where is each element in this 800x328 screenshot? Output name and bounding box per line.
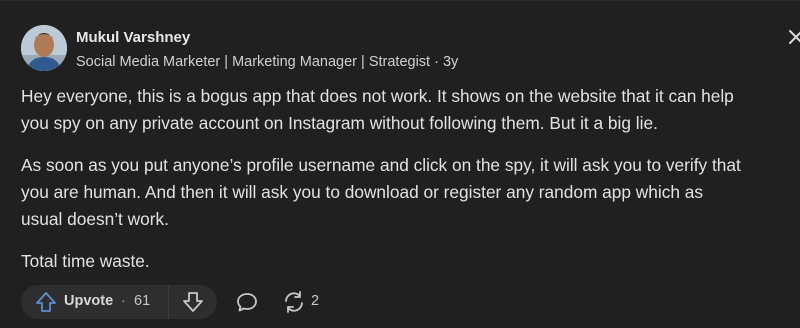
downvote-arrow-icon (183, 292, 203, 312)
upvote-dot: · (121, 293, 126, 309)
author-credentials[interactable]: Social Media Marketer | Marketing Manage… (76, 54, 430, 70)
upvote-button[interactable]: Upvote · 61 (21, 285, 167, 319)
share-button[interactable]: 2 (281, 288, 331, 316)
answer-body: Hey everyone, this is a bogus app that d… (21, 83, 800, 290)
answer-line: As soon as you put anyone’s profile user… (21, 155, 741, 175)
answer-paragraph: Hey everyone, this is a bogus app that d… (21, 83, 800, 137)
close-icon (789, 30, 800, 44)
upvote-arrow-icon (36, 292, 56, 312)
author-meta: Social Media Marketer | Marketing Manage… (76, 54, 458, 70)
upvote-count: 61 (134, 293, 151, 309)
answer-card: Mukul Varshney Social Media Marketer | M… (0, 0, 800, 328)
meta-dot: · (434, 54, 439, 70)
answer-line: you spy on any private account on Instag… (21, 113, 658, 133)
answer-line: Total time waste. (21, 251, 150, 271)
share-icon (285, 291, 303, 313)
downvote-button[interactable] (169, 285, 217, 319)
answer-line: usual doesn’t work. (21, 209, 169, 229)
share-count: 2 (311, 293, 320, 309)
close-button[interactable] (786, 27, 800, 47)
answer-line: you are human. And then it will ask you … (21, 182, 704, 202)
post-time[interactable]: 3y (443, 54, 458, 70)
answer-line: Hey everyone, this is a bogus app that d… (21, 86, 734, 106)
avatar[interactable] (21, 25, 67, 71)
upvote-label: Upvote (64, 293, 114, 309)
comment-button[interactable] (233, 288, 261, 316)
answer-paragraph: As soon as you put anyone’s profile user… (21, 152, 800, 233)
vote-group: Upvote · 61 (21, 285, 217, 319)
answer-paragraph: Total time waste. (21, 248, 800, 275)
author-name[interactable]: Mukul Varshney (76, 29, 190, 46)
comment-icon (237, 293, 257, 312)
